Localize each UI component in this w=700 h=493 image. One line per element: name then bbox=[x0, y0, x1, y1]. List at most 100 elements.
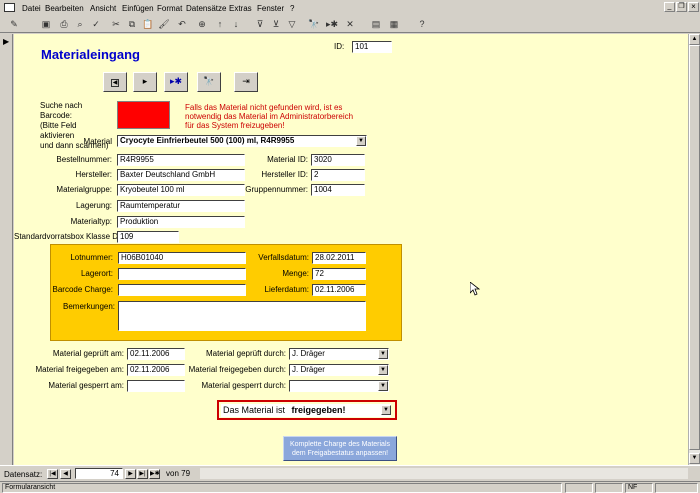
chevron-down-icon[interactable]: ▼ bbox=[378, 365, 388, 375]
undo-icon[interactable]: ↶ bbox=[174, 17, 190, 31]
save-icon[interactable]: ▣ bbox=[38, 17, 54, 31]
next-record-button[interactable]: ▸ bbox=[133, 72, 157, 92]
lotnummer-field[interactable]: H06B01040 bbox=[118, 252, 246, 264]
chevron-down-icon[interactable]: ▼ bbox=[378, 349, 388, 359]
last-record-button[interactable]: ▶| bbox=[137, 469, 148, 479]
toolbar: ✎ ▣ ⎙ ⌕ ✓ ✂ ⧉ 📋 🖌 ↶ ⊕ ↑ ↓ ⊽ ⊻ ▽ 🔭 ▸✱ ✕ ▤… bbox=[0, 15, 700, 33]
menu-einfuegen[interactable]: Einfügen bbox=[122, 4, 154, 13]
menu-ansicht[interactable]: Ansicht bbox=[90, 4, 116, 13]
material-select[interactable]: Cryocyte Einfrierbeutel 500 (100) ml, R4… bbox=[117, 135, 367, 147]
id-field[interactable]: 101 bbox=[352, 41, 392, 53]
hersteller-id-field[interactable]: 2 bbox=[311, 169, 365, 181]
new-record-nav-icon: ▸✱ bbox=[169, 76, 183, 86]
exit-door-icon: ⇥ bbox=[242, 76, 250, 86]
minimize-button[interactable]: _ bbox=[664, 2, 675, 12]
lagerort-label: Lagerort: bbox=[80, 269, 113, 278]
paste-icon[interactable]: 📋 bbox=[140, 17, 156, 31]
lagerort-field[interactable] bbox=[118, 268, 246, 280]
gesperrt-am-field[interactable] bbox=[127, 380, 185, 392]
horizontal-scrollbar[interactable] bbox=[200, 468, 688, 479]
hersteller-field[interactable]: Baxter Deutschland GmbH bbox=[117, 169, 245, 181]
menu-datei[interactable]: Datei bbox=[22, 4, 41, 13]
new-record-nav-button[interactable]: ▶✱ bbox=[149, 469, 160, 479]
status-prefix: Das Material ist bbox=[223, 405, 286, 415]
help-icon[interactable]: ? bbox=[414, 17, 430, 31]
scroll-up-button[interactable]: ▲ bbox=[689, 34, 700, 45]
filter-form-icon[interactable]: ⊻ bbox=[268, 17, 284, 31]
material-select-value: Cryocyte Einfrierbeutel 500 (100) ml, R4… bbox=[120, 136, 295, 145]
filter-selection-icon[interactable]: ⊽ bbox=[252, 17, 268, 31]
menu-bearbeiten[interactable]: Bearbeiten bbox=[45, 4, 84, 13]
standardbox-field[interactable]: 109 bbox=[117, 231, 179, 243]
design-view-icon[interactable]: ✎ bbox=[6, 17, 22, 31]
menge-field[interactable]: 72 bbox=[312, 268, 366, 280]
material-id-label: Material ID: bbox=[267, 155, 308, 164]
current-record-icon: ▶ bbox=[3, 37, 10, 46]
delete-record-icon[interactable]: ✕ bbox=[342, 17, 358, 31]
menu-datensaetze[interactable]: Datensätze bbox=[186, 4, 226, 13]
verfallsdatum-field[interactable]: 28.02.2011 bbox=[312, 252, 366, 264]
bemerkungen-field[interactable] bbox=[118, 301, 366, 331]
geprueft-am-field[interactable]: 02.11.2006 bbox=[127, 348, 185, 360]
sort-ascending-icon[interactable]: ↑ bbox=[212, 17, 228, 31]
previous-record-button[interactable]: ◀ bbox=[103, 72, 127, 92]
charge-status-button[interactable]: Komplette Charge des Materials dem Freig… bbox=[283, 436, 397, 461]
next-record-nav-button[interactable]: ▶ bbox=[125, 469, 136, 479]
geprueft-am-label: Material geprüft am: bbox=[52, 349, 124, 358]
restore-button[interactable]: ❐ bbox=[676, 2, 687, 12]
status-select[interactable]: Das Material ist freigegeben! ▼ bbox=[221, 404, 391, 417]
gesperrt-durch-select[interactable]: ▼ bbox=[289, 380, 389, 392]
menubar: Datei Bearbeiten Ansicht Einfügen Format… bbox=[0, 0, 700, 15]
format-painter-icon[interactable]: 🖌 bbox=[156, 17, 172, 31]
menu-fenster[interactable]: Fenster bbox=[257, 4, 284, 13]
barcode-input[interactable] bbox=[117, 101, 170, 129]
gruppennummer-field[interactable]: 1004 bbox=[311, 184, 365, 196]
geprueft-durch-select[interactable]: J. Dräger ▼ bbox=[289, 348, 389, 360]
freigegeben-am-field[interactable]: 02.11.2006 bbox=[127, 364, 185, 376]
materialtyp-field[interactable]: Produktion bbox=[117, 216, 245, 228]
apply-filter-icon[interactable]: ▽ bbox=[284, 17, 300, 31]
lot-panel: Lotnummer: H06B01040 Lagerort: Barcode C… bbox=[50, 244, 402, 341]
find-icon[interactable]: 🔭 bbox=[306, 17, 322, 31]
close-button[interactable]: × bbox=[688, 2, 699, 12]
insert-hyperlink-icon[interactable]: ⊕ bbox=[194, 17, 210, 31]
record-number-field[interactable]: 74 bbox=[75, 468, 123, 479]
freigegeben-durch-select[interactable]: J. Dräger ▼ bbox=[289, 364, 389, 376]
material-label: Material bbox=[83, 137, 112, 146]
print-icon[interactable]: ⎙ bbox=[56, 17, 72, 31]
status-bar-cell-2 bbox=[595, 483, 623, 493]
lagerung-field[interactable]: Raumtemperatur bbox=[117, 200, 245, 212]
spellcheck-icon[interactable]: ✓ bbox=[88, 17, 104, 31]
vertical-scrollbar[interactable]: ▲ ▼ bbox=[688, 34, 700, 465]
sort-descending-icon[interactable]: ↓ bbox=[228, 17, 244, 31]
menu-format[interactable]: Format bbox=[157, 4, 182, 13]
first-record-button[interactable]: |◀ bbox=[47, 469, 58, 479]
menu-extras[interactable]: Extras bbox=[229, 4, 252, 13]
copy-icon[interactable]: ⧉ bbox=[124, 17, 140, 31]
prev-record-nav-button[interactable]: ◀ bbox=[60, 469, 71, 479]
barcode-charge-field[interactable] bbox=[118, 284, 246, 296]
database-window-icon[interactable]: ▤ bbox=[368, 17, 384, 31]
record-selector[interactable]: ▶ bbox=[0, 34, 13, 465]
new-record-button[interactable]: ▸✱ bbox=[164, 72, 188, 92]
lieferdatum-field[interactable]: 02.11.2006 bbox=[312, 284, 366, 296]
menu-help[interactable]: ? bbox=[290, 4, 294, 13]
material-id-field[interactable]: 3020 bbox=[311, 154, 365, 166]
print-preview-icon[interactable]: ⌕ bbox=[72, 17, 88, 31]
cut-icon[interactable]: ✂ bbox=[108, 17, 124, 31]
app-form-icon[interactable] bbox=[4, 3, 15, 12]
scroll-thumb[interactable] bbox=[689, 45, 700, 450]
materialgruppe-field[interactable]: Kryobeutel 100 ml bbox=[117, 184, 245, 196]
chevron-down-icon[interactable]: ▼ bbox=[356, 136, 366, 146]
new-record-icon[interactable]: ▸✱ bbox=[324, 17, 340, 31]
close-form-button[interactable]: ⇥ bbox=[234, 72, 258, 92]
chevron-down-icon[interactable]: ▼ bbox=[378, 381, 388, 391]
hersteller-label: Hersteller: bbox=[75, 170, 112, 179]
new-object-icon[interactable]: ▦ bbox=[386, 17, 402, 31]
previous-icon: ◀ bbox=[111, 79, 119, 87]
search-record-button[interactable]: 🔭 bbox=[197, 72, 221, 92]
bestellnummer-field[interactable]: R4R9955 bbox=[117, 154, 245, 166]
freigegeben-durch-label: Material freigegeben durch: bbox=[188, 365, 286, 374]
chevron-down-icon[interactable]: ▼ bbox=[381, 405, 391, 415]
scroll-down-button[interactable]: ▼ bbox=[689, 453, 700, 464]
